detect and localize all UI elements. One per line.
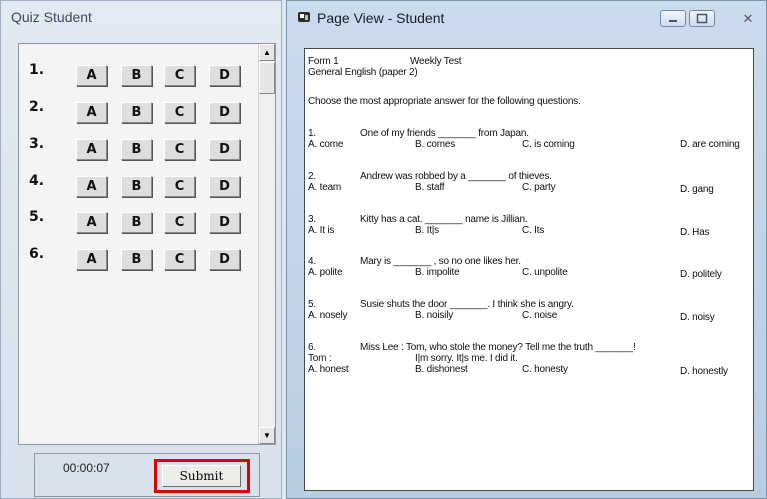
option-d: D. gang (680, 184, 714, 195)
test-page: Form 1 Weekly Test General English (pape… (304, 48, 754, 491)
question-text: Mary is _______ , so no one likes her. (360, 256, 521, 267)
question-number: 6. (29, 246, 45, 262)
answer-option-a-button[interactable]: A (76, 212, 107, 233)
question-text: Susie shuts the door _______. I think sh… (360, 299, 574, 310)
question-number: 2. (308, 171, 316, 182)
scroll-down-button[interactable]: ▼ (259, 427, 275, 444)
option-b: B. It|s (415, 225, 439, 236)
answer-option-d-button[interactable]: D (209, 212, 240, 233)
option-b: B. impolite (415, 267, 460, 278)
option-a: A. honest (308, 364, 349, 375)
elapsed-timer: 00:00:07 (63, 461, 110, 475)
option-d: D. are coming (680, 139, 740, 150)
answer-option-d-button[interactable]: D (209, 176, 240, 197)
option-b: B. dishonest (415, 364, 468, 375)
scroll-thumb[interactable] (259, 62, 275, 94)
question-number: 4. (308, 256, 316, 267)
option-b: B. noisily (415, 310, 454, 321)
question-text: One of my friends _______ from Japan. (360, 128, 529, 139)
answer-option-a-button[interactable]: A (76, 249, 107, 270)
option-a: A. It is (308, 225, 335, 236)
option-a: A. come (308, 139, 344, 150)
question-text: Kitty has a cat. _______ name is Jillian… (360, 214, 528, 225)
option-d: D. noisy (680, 312, 715, 323)
question-number: 5. (308, 299, 316, 310)
option-c: C. unpolite (522, 267, 568, 278)
question-number: 6. (308, 342, 316, 353)
answer-list-scrollbar[interactable]: ▲ ▼ (258, 44, 275, 444)
question-number: 4. (29, 173, 45, 189)
answer-option-d-button[interactable]: D (209, 102, 240, 123)
maximize-icon (696, 13, 708, 24)
question-number: 2. (29, 99, 45, 115)
answer-option-d-button[interactable]: D (209, 249, 240, 270)
option-c: C. Its (522, 225, 545, 236)
option-b: B. staff (415, 182, 445, 193)
page-view-window: Page View - Student ✕ Form 1 Weekly Test… (286, 0, 767, 499)
scroll-up-button[interactable]: ▲ (259, 44, 275, 61)
option-d: D. honestly (680, 366, 728, 377)
question-text: Miss Lee : Tom, who stole the money? Tel… (360, 342, 636, 353)
form-label: Form 1 (308, 56, 339, 67)
close-button[interactable]: ✕ (735, 10, 761, 27)
answer-option-d-button[interactable]: D (209, 65, 240, 86)
subject-label: General English (paper 2) (308, 67, 418, 78)
option-a: A. team (308, 182, 342, 193)
question-number: 3. (308, 214, 316, 225)
question-number: 1. (29, 62, 45, 78)
answer-option-a-button[interactable]: A (76, 102, 107, 123)
minimize-button[interactable] (660, 10, 686, 27)
option-b: B. comes (415, 139, 456, 150)
option-d: D. politely (680, 269, 722, 280)
speaker-label: Tom : (308, 353, 332, 364)
answer-option-c-button[interactable]: C (164, 249, 195, 270)
answer-option-c-button[interactable]: C (164, 102, 195, 123)
instructions: Choose the most appropriate answer for t… (308, 96, 581, 107)
answer-option-b-button[interactable]: B (121, 249, 152, 270)
maximize-button[interactable] (689, 10, 715, 27)
answer-option-b-button[interactable]: B (121, 139, 152, 160)
option-c: C. noise (522, 310, 558, 321)
answer-option-c-button[interactable]: C (164, 176, 195, 197)
answer-option-b-button[interactable]: B (121, 102, 152, 123)
option-d: D. Has (680, 227, 710, 238)
option-a: A. nosely (308, 310, 348, 321)
option-c: C. party (522, 182, 556, 193)
option-c: C. is coming (522, 139, 575, 150)
app-icon (298, 12, 310, 22)
question-number: 1. (308, 128, 316, 139)
question-text: Andrew was robbed by a _______ of thieve… (360, 171, 552, 182)
test-label: Weekly Test (410, 56, 462, 67)
answer-option-c-button[interactable]: C (164, 212, 195, 233)
answer-option-c-button[interactable]: C (164, 139, 195, 160)
answer-list: 1. A B C D 2. A B C D 3. A B C D 4. A B C D 5. A B C D 6. A B C D ▲ ▼ (18, 43, 276, 445)
answer-option-b-button[interactable]: B (121, 65, 152, 86)
answer-option-d-button[interactable]: D (209, 139, 240, 160)
quiz-student-panel: Quiz Student 1. A B C D 2. A B C D 3. A B C D 4. A B C D 5. A… (0, 0, 282, 499)
answer-option-a-button[interactable]: A (76, 65, 107, 86)
minimize-icon (669, 20, 677, 22)
quiz-panel-title: Quiz Student (11, 9, 92, 25)
answer-option-a-button[interactable]: A (76, 176, 107, 197)
option-c: C. honesty (522, 364, 568, 375)
option-a: A. polite (308, 267, 343, 278)
close-icon: ✕ (742, 11, 754, 26)
question-number: 3. (29, 136, 45, 152)
question-text-line2: I|m sorry. It|s me. I did it. (415, 353, 518, 364)
status-box: 00:00:07 Submit (34, 453, 260, 497)
answer-option-a-button[interactable]: A (76, 139, 107, 160)
answer-option-b-button[interactable]: B (121, 212, 152, 233)
window-title: Page View - Student (317, 10, 445, 26)
submit-button[interactable]: Submit (162, 465, 241, 487)
answer-option-c-button[interactable]: C (164, 65, 195, 86)
question-number: 5. (29, 209, 45, 225)
answer-option-b-button[interactable]: B (121, 176, 152, 197)
submit-highlight-box: Submit (154, 459, 250, 493)
